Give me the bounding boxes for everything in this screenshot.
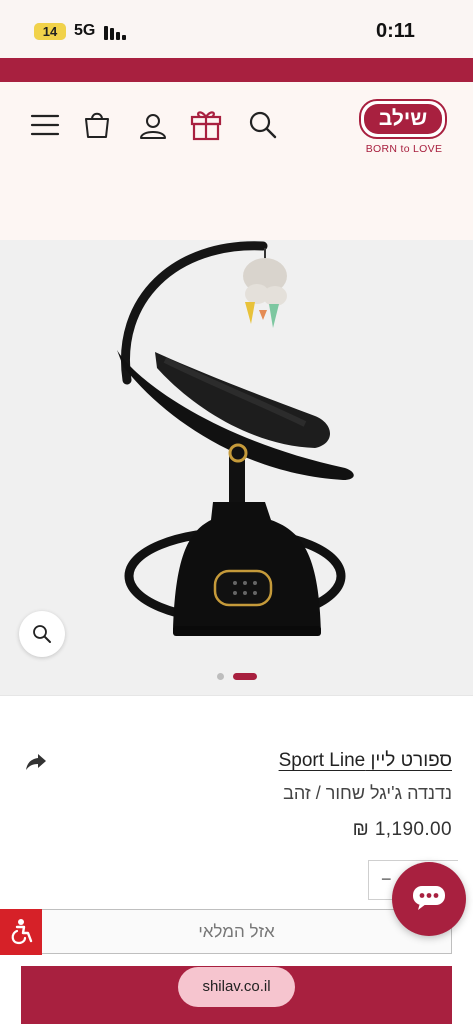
gallery-dot-2-active[interactable] [233,673,257,680]
share-icon[interactable] [24,750,48,774]
search-icon[interactable] [248,110,278,140]
chat-button[interactable] [392,862,466,936]
accessibility-icon [11,919,33,945]
zoom-icon [33,625,51,643]
sold-out-button[interactable]: אזל המלאי [21,909,452,954]
quantity-minus-button[interactable]: − [381,869,392,890]
chat-icon [413,886,445,910]
product-image [117,241,354,636]
clock: 0:11 [376,20,415,42]
promo-strip [0,58,473,82]
site-header: שילב BORN to LOVE [0,82,473,240]
battery-level: 14 [34,23,66,40]
gift-icon[interactable] [189,107,223,141]
shopping-bag-icon[interactable] [82,109,112,139]
product-title[interactable]: ספורט ליין Sport Line [279,750,452,772]
menu-icon[interactable] [30,110,60,140]
gallery-dot-1[interactable] [217,673,224,680]
site-logo[interactable]: שילב [359,99,447,139]
signal-icon [104,26,126,40]
product-price: 1,190.00 ₪ [352,819,452,840]
product-gallery[interactable] [0,240,473,695]
section-divider [0,695,473,696]
product-subtitle: נדנדה ג'יגל שחור / זהב [283,783,452,803]
logo-text: שילב [364,104,442,134]
browser-url-pill[interactable]: shilav.co.il [178,967,295,1007]
network-label: 5G [74,22,96,39]
user-icon[interactable] [138,111,168,141]
accessibility-button[interactable] [0,909,42,955]
status-bar: 14 5G 0:11 [0,0,473,58]
zoom-button[interactable] [19,611,65,657]
logo-tagline: BORN to LOVE [365,143,443,155]
